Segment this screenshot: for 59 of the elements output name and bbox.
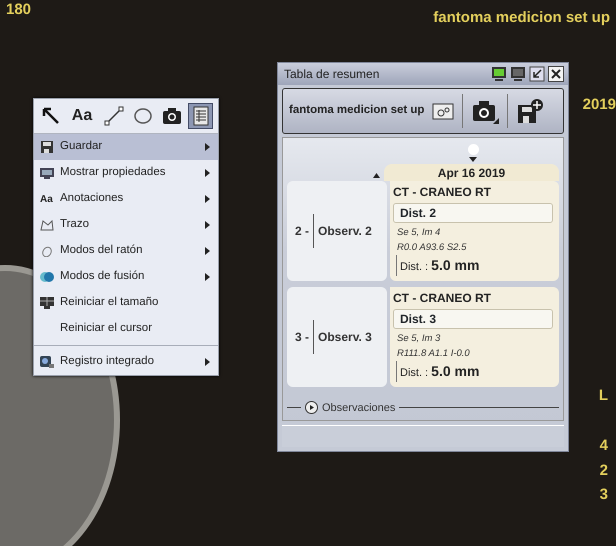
camera-icon: [471, 98, 500, 124]
monitor-icon: [40, 167, 54, 179]
dot-icon: [468, 144, 478, 155]
tool-button[interactable]: [188, 103, 213, 129]
line-icon: [104, 106, 124, 126]
menu-item[interactable]: Modos del ratón: [34, 238, 218, 264]
text-tool-button[interactable]: Aa: [67, 103, 97, 129]
monitor-icon: [510, 66, 526, 82]
series-name: CT - CRANEO RT: [393, 290, 492, 307]
mouse-icon: [40, 245, 54, 257]
arrow-icon: [40, 106, 60, 126]
observation-label: Observ. 3: [313, 320, 376, 354]
measurement-value: Dist. : 5.0 mm: [396, 255, 553, 276]
menu-item[interactable]: Trazo: [34, 212, 218, 238]
menu-item[interactable]: Mostrar propiedades: [34, 160, 218, 186]
menu-item[interactable]: Registro integrado: [34, 349, 218, 375]
overlay-label: fantoma medicion set up: [433, 10, 610, 25]
measurement-name: Dist. 3: [393, 309, 553, 329]
text-icon: Aa: [40, 192, 54, 206]
observation-label: Observ. 2: [313, 214, 376, 248]
undock-icon: [529, 66, 545, 82]
section-label: Observaciones: [322, 400, 396, 416]
play-icon: [305, 401, 318, 414]
up-arrow-icon: [373, 173, 380, 178]
dropdown-arrow-icon: [469, 157, 477, 162]
entry-number: 2 -: [295, 223, 310, 240]
menu-item[interactable]: Guardar: [34, 134, 218, 160]
check-monitor-icon: [491, 66, 507, 82]
coordinates-text: R111.8 A1.1 I-0.0: [396, 347, 471, 361]
folder-gear-icon: [432, 102, 454, 120]
overlay-label: 2019: [582, 97, 616, 112]
measurement-value: Dist. : 5.0 mm: [396, 361, 553, 382]
study-name: fantoma medicion set up: [289, 103, 424, 118]
menu-item[interactable]: Aa Anotaciones: [34, 186, 218, 212]
overlay-label: L: [598, 388, 608, 403]
measurement-name: Dist. 2: [393, 203, 553, 223]
location-text: Se 5, Im 4: [396, 226, 442, 240]
menu-item[interactable]: Reiniciar el tamaño: [34, 290, 218, 316]
overlay-label: 2: [600, 463, 608, 478]
ellipse-icon: [132, 106, 152, 126]
overlay-label: 180: [6, 2, 32, 17]
location-text: Se 5, Im 3: [396, 332, 442, 346]
save-add-icon: [516, 98, 544, 124]
table-icon: [190, 106, 210, 126]
window-title: Tabla de resumen: [284, 66, 380, 83]
overlay-label: 4: [600, 438, 608, 453]
screen-icon: [40, 297, 54, 309]
date-header: Apr 16 2019: [384, 164, 559, 181]
entry-number: 3 -: [295, 329, 310, 346]
close-icon: [548, 66, 564, 82]
series-name: CT - CRANEO RT: [393, 184, 492, 201]
circles-icon: [40, 271, 54, 283]
overlay-label: 3: [600, 487, 608, 502]
menu-item[interactable]: Modos de fusión: [34, 264, 218, 290]
camera-icon: [162, 106, 182, 126]
trace-icon: [40, 219, 54, 231]
menu-item[interactable]: Reiniciar el cursor: [34, 316, 218, 342]
coordinates-text: R0.0 A93.6 S2.5: [396, 241, 468, 255]
registry-icon: [40, 356, 54, 368]
